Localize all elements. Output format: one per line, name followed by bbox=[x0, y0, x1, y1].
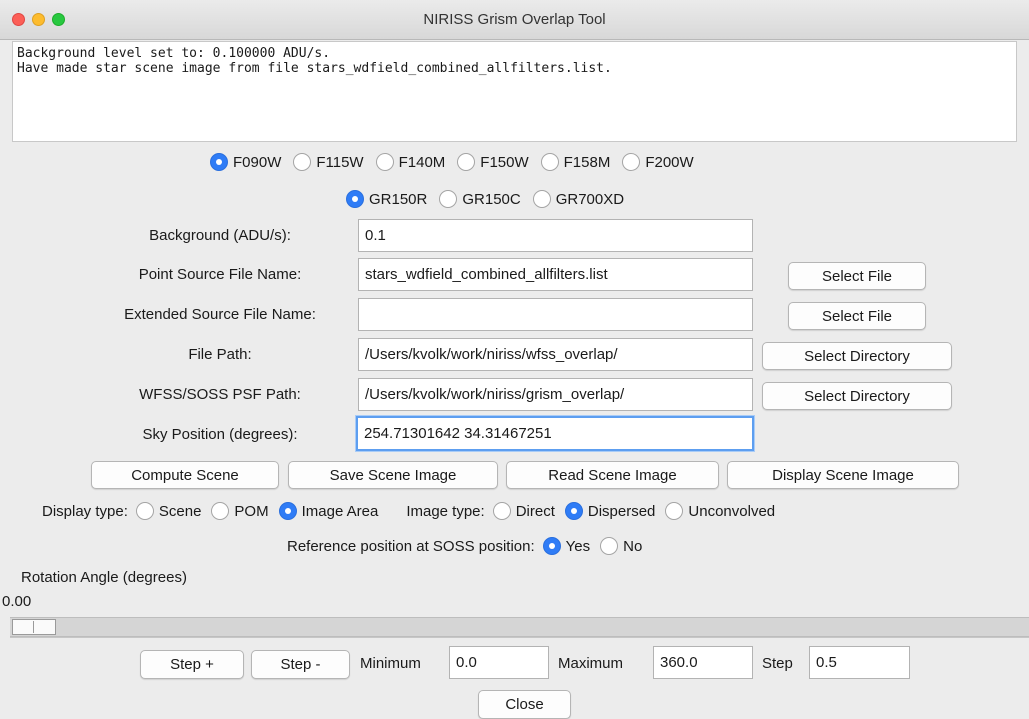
sky-position-label: Sky Position (degrees): bbox=[142, 426, 298, 443]
rotation-angle-value: 0.00 bbox=[2, 593, 32, 610]
save-scene-image-button[interactable]: Save Scene Image bbox=[288, 461, 498, 489]
file-path-input[interactable]: /Users/kvolk/work/niriss/wfss_overlap/ bbox=[358, 338, 753, 371]
image-type-dispersed[interactable]: Dispersed bbox=[564, 502, 655, 520]
step-minus-button[interactable]: Step - bbox=[251, 650, 350, 679]
read-scene-image-button[interactable]: Read Scene Image bbox=[506, 461, 719, 489]
filter-option-f150w[interactable]: F150W bbox=[457, 153, 529, 171]
radio-selected-icon bbox=[346, 190, 364, 208]
select-extended-source-file-button[interactable]: Select File bbox=[788, 302, 926, 330]
image-type-direct[interactable]: Direct bbox=[492, 502, 555, 520]
radio-icon bbox=[622, 153, 641, 171]
select-psf-path-directory-button[interactable]: Select Directory bbox=[762, 382, 952, 410]
display-type-pom[interactable]: POM bbox=[211, 502, 269, 520]
filter-option-f200w[interactable]: F200W bbox=[622, 153, 694, 171]
reference-position-yes[interactable]: Yes bbox=[542, 537, 590, 555]
radio-icon bbox=[492, 502, 511, 520]
close-button[interactable]: Close bbox=[478, 690, 571, 719]
radio-icon bbox=[211, 502, 230, 520]
radio-icon bbox=[293, 153, 312, 171]
reference-position-no[interactable]: No bbox=[600, 537, 642, 555]
extended-source-label: Extended Source File Name: bbox=[124, 306, 316, 323]
grism-radio-group: GR150R GR150C GR700XD bbox=[346, 190, 624, 208]
extended-source-input[interactable] bbox=[358, 298, 753, 331]
reference-position-label: Reference position at SOSS position: bbox=[287, 537, 535, 555]
window-title: NIRISS Grism Overlap Tool bbox=[423, 11, 606, 28]
rotation-angle-label: Rotation Angle (degrees) bbox=[21, 569, 187, 586]
point-source-label: Point Source File Name: bbox=[138, 266, 302, 283]
grism-option-gr150r[interactable]: GR150R bbox=[346, 190, 427, 208]
radio-selected-icon bbox=[210, 153, 228, 171]
display-type-scene[interactable]: Scene bbox=[135, 502, 201, 520]
radio-icon bbox=[540, 153, 559, 171]
radio-selected-icon bbox=[542, 537, 561, 555]
compute-scene-button[interactable]: Compute Scene bbox=[91, 461, 279, 489]
message-log[interactable]: Background level set to: 0.100000 ADU/s.… bbox=[12, 41, 1017, 142]
radio-icon bbox=[375, 153, 394, 171]
radio-icon bbox=[135, 502, 154, 520]
filter-radio-group: F090W F115W F140M F150W F158M F200W bbox=[210, 153, 694, 171]
display-type-label: Display type: bbox=[42, 502, 128, 520]
point-source-input[interactable]: stars_wdfield_combined_allfilters.list bbox=[358, 258, 753, 291]
display-type-image-area[interactable]: Image Area bbox=[278, 502, 378, 520]
minimum-input[interactable]: 0.0 bbox=[449, 646, 549, 679]
file-path-label: File Path: bbox=[188, 346, 252, 363]
background-input[interactable]: 0.1 bbox=[358, 219, 753, 252]
rotation-slider-thumb[interactable] bbox=[12, 619, 56, 635]
select-point-source-file-button[interactable]: Select File bbox=[788, 262, 926, 290]
filter-option-f115w[interactable]: F115W bbox=[293, 153, 364, 171]
radio-icon bbox=[600, 537, 619, 555]
filter-option-f140m[interactable]: F140M bbox=[375, 153, 445, 171]
image-type-label: Image type: bbox=[406, 502, 485, 520]
grism-option-gr700xd[interactable]: GR700XD bbox=[532, 190, 624, 208]
grism-option-gr150c[interactable]: GR150C bbox=[439, 190, 521, 208]
image-type-unconvolved[interactable]: Unconvolved bbox=[665, 502, 775, 520]
sky-position-input[interactable]: 254.71301642 34.31467251 bbox=[356, 416, 754, 451]
select-file-path-directory-button[interactable]: Select Directory bbox=[762, 342, 952, 370]
maximum-input[interactable]: 360.0 bbox=[653, 646, 753, 679]
reference-position-row: Reference position at SOSS position: Yes… bbox=[287, 537, 642, 555]
step-plus-button[interactable]: Step + bbox=[140, 650, 244, 679]
maximum-label: Maximum bbox=[558, 655, 624, 672]
rotation-slider[interactable] bbox=[10, 617, 1029, 637]
title-bar: NIRISS Grism Overlap Tool bbox=[0, 0, 1029, 40]
minimum-label: Minimum bbox=[360, 655, 421, 672]
background-label: Background (ADU/s): bbox=[149, 227, 291, 244]
radio-icon bbox=[532, 190, 551, 208]
display-scene-image-button[interactable]: Display Scene Image bbox=[727, 461, 959, 489]
filter-option-f158m[interactable]: F158M bbox=[540, 153, 610, 171]
step-label: Step bbox=[762, 655, 793, 672]
radio-selected-icon bbox=[278, 502, 297, 520]
filter-option-f090w[interactable]: F090W bbox=[210, 153, 281, 171]
display-image-type-row: Display type: Scene POM Image Area Image… bbox=[42, 502, 775, 520]
radio-selected-icon bbox=[564, 502, 583, 520]
radio-icon bbox=[665, 502, 684, 520]
psf-path-label: WFSS/SOSS PSF Path: bbox=[139, 386, 301, 403]
psf-path-input[interactable]: /Users/kvolk/work/niriss/grism_overlap/ bbox=[358, 378, 753, 411]
step-input[interactable]: 0.5 bbox=[809, 646, 910, 679]
radio-icon bbox=[439, 190, 458, 208]
radio-icon bbox=[457, 153, 476, 171]
